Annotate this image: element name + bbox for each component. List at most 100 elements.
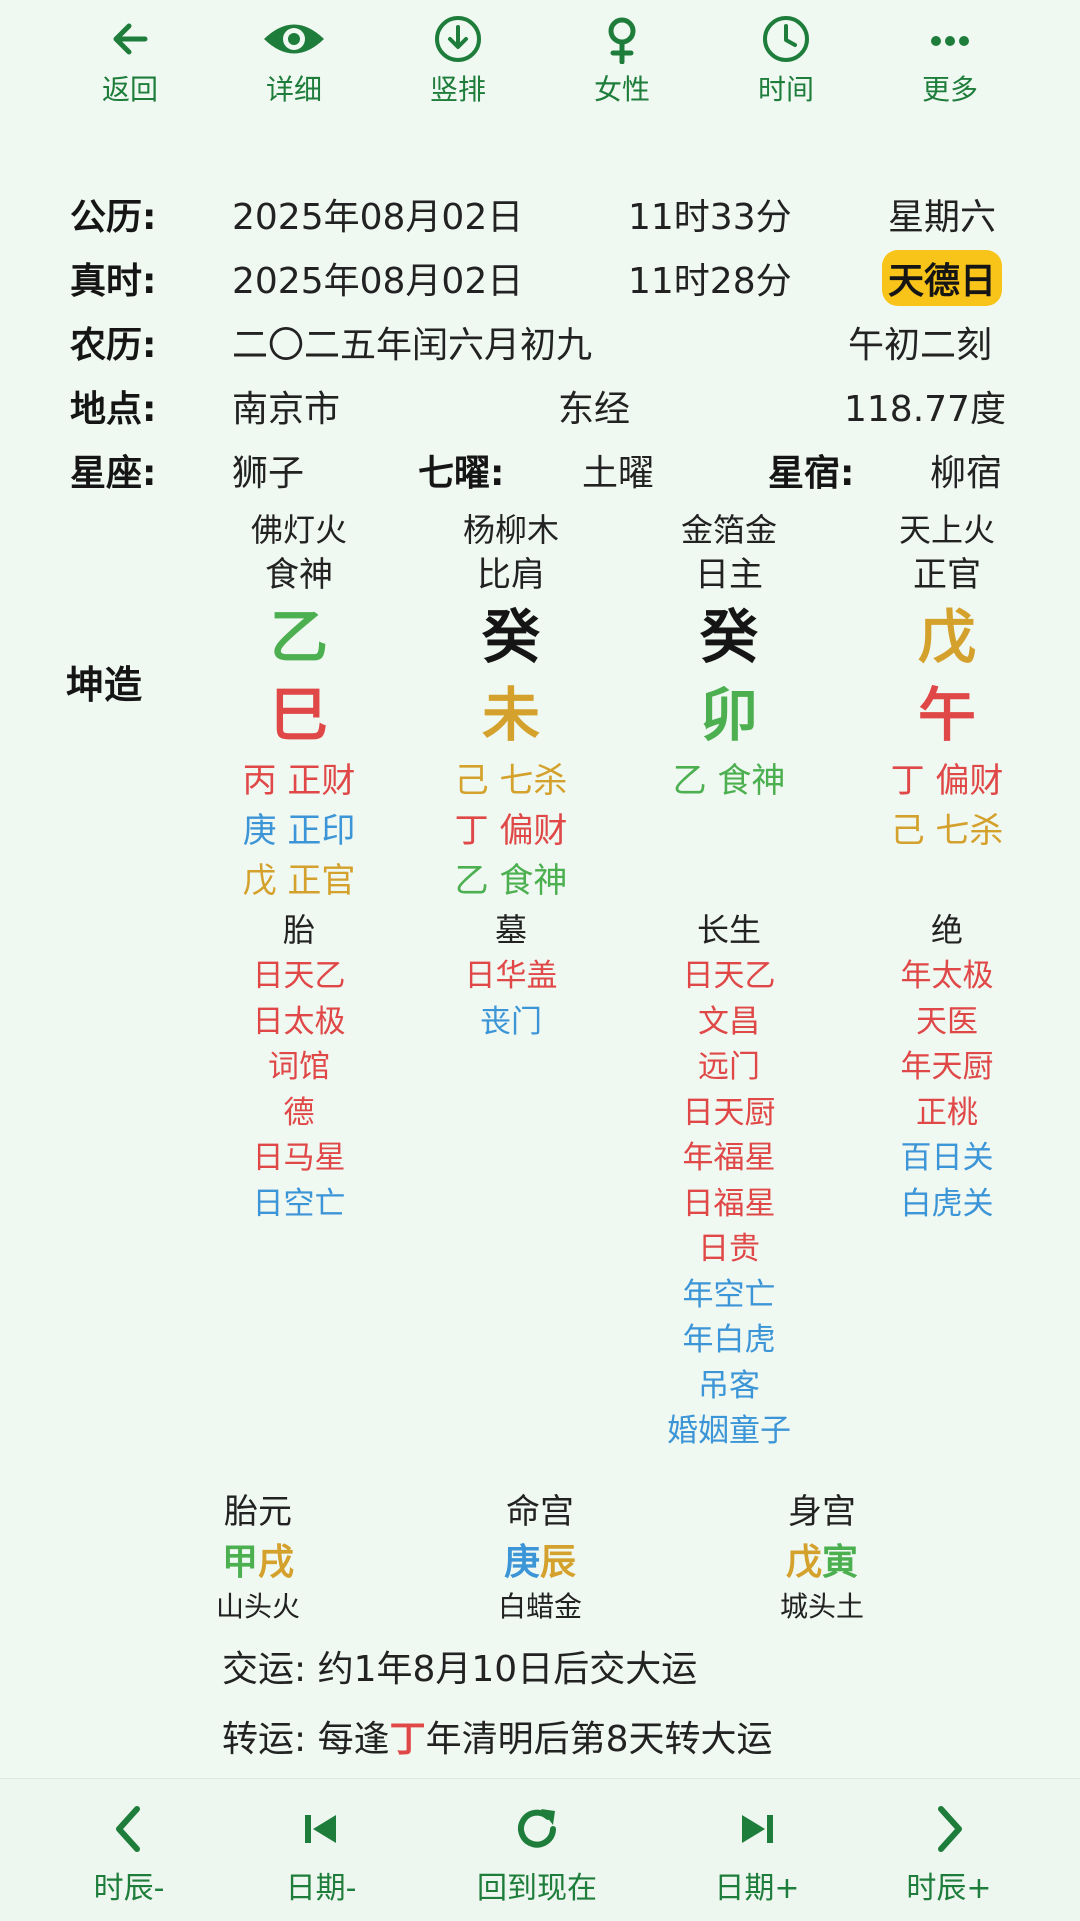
shensha-item: 年空亡 <box>682 1276 776 1313</box>
extra-title: 命宫 <box>506 1492 574 1532</box>
detail-button[interactable]: 详细 <box>234 14 354 108</box>
shensha-item: 日天乙 <box>682 958 776 994</box>
growth-state: 长生 <box>696 911 761 949</box>
minggong: 命宫 庚辰 白蜡金 <box>440 1484 640 1625</box>
earthly-branch: 未 <box>481 681 540 749</box>
date-prev-button[interactable]: 日期- <box>246 1803 396 1907</box>
earthly-branch: 巳 <box>269 681 328 749</box>
hidden-stems: 己 七杀丁 偏财乙 食神 <box>406 756 616 906</box>
female-label: 女性 <box>593 73 650 106</box>
hidden-stem: 丙 <box>242 761 277 801</box>
earthly-branch: 午 <box>917 681 976 749</box>
female-button[interactable]: 女性 <box>562 14 682 108</box>
extra-nayin: 城头土 <box>779 1590 864 1623</box>
nayin-text: 天上火 <box>898 511 995 549</box>
true-time-label: 真时: <box>70 261 157 302</box>
hidden-stem: 丁 <box>454 811 489 851</box>
extra-title: 身宫 <box>788 1492 856 1532</box>
growth-state: 胎 <box>282 911 315 949</box>
hidden-stem-god: 正印 <box>287 811 356 851</box>
hidden-stem-row: 己 七杀 <box>842 806 1052 856</box>
shensha-item: 吊客 <box>698 1367 760 1404</box>
xiu-label: 星宿: <box>768 453 855 494</box>
back-button[interactable]: 返回 <box>70 14 190 108</box>
place-label: 地点: <box>70 389 157 430</box>
extra-gan: 戊 <box>785 1542 822 1583</box>
refresh-icon <box>518 1809 556 1848</box>
chevron-left-icon <box>116 1806 140 1852</box>
extra-ganzhi: 戊寅 <box>722 1533 922 1585</box>
detail-label: 详细 <box>265 73 322 106</box>
solar-weekday: 星期六 <box>888 197 997 238</box>
shensha-item: 白虎关 <box>900 1185 994 1222</box>
zhuanyun-label: 转运: <box>222 1719 307 1760</box>
growth-state: 墓 <box>494 911 527 949</box>
hidden-stem-row: 庚 正印 <box>194 806 404 856</box>
female-symbol-icon <box>608 17 636 64</box>
pillar-month: 杨柳木 比肩癸未己 七杀丁 偏财乙 食神墓日华盖 丧门 <box>406 508 616 1045</box>
shensha-item: 天医 <box>916 1003 978 1040</box>
shensha-item: 文昌 <box>698 1003 760 1040</box>
shensha-item: 年白虎 <box>682 1322 776 1358</box>
nayin-text: 金箔金 <box>680 511 777 549</box>
vertical-layout-label: 竖排 <box>429 73 486 106</box>
time-button[interactable]: 时间 <box>726 14 846 108</box>
extra-ganzhi: 庚辰 <box>440 1533 640 1585</box>
hour-next-label: 时辰+ <box>906 1871 992 1906</box>
extra-nayin: 山头火 <box>215 1590 300 1623</box>
back-to-now-button[interactable]: 回到现在 <box>462 1803 612 1907</box>
qiyao-value: 土曜 <box>582 453 655 494</box>
hidden-stem-god: 正官 <box>287 861 356 901</box>
lunar-ke: 午初二刻 <box>848 325 993 366</box>
shensha-item: 日福星 <box>682 1185 776 1222</box>
pillar-year: 佛灯火 食神乙巳丙 正财庚 正印戊 正官胎日天乙 日太极 词馆德日马星 日空亡 <box>194 508 404 1227</box>
true-time-time: 11时28分 <box>628 261 792 302</box>
hidden-stem-row: 丙 正财 <box>194 756 404 806</box>
hidden-stem: 丁 <box>890 761 925 801</box>
nayin-text: 佛灯火 <box>250 511 347 549</box>
lunar-label: 农历: <box>70 325 157 366</box>
jiaoyun-text: 约1年8月10日后交大运 <box>317 1649 698 1690</box>
hidden-stem-row: 戊 正官 <box>194 856 404 906</box>
hour-next-button[interactable]: 时辰+ <box>874 1803 1024 1907</box>
shishen-text: 食神 <box>265 555 333 595</box>
hidden-stem: 乙 <box>454 861 489 901</box>
hidden-stem-god: 食神 <box>499 861 568 901</box>
shensha-item: 日空亡 <box>252 1185 346 1222</box>
hidden-stems: 乙 食神 <box>624 756 834 906</box>
heavenly-stem: 癸 <box>481 603 540 671</box>
shensha-item: 年福星 <box>682 1140 776 1176</box>
extra-nayin: 白蜡金 <box>497 1590 582 1623</box>
jiaoyun-label: 交运: <box>222 1649 307 1690</box>
shengong: 身宫 戊寅 城头土 <box>722 1484 922 1625</box>
lunar-date: 二〇二五年闰六月初九 <box>232 325 593 366</box>
date-next-label: 日期+ <box>714 1871 800 1906</box>
chevron-right-icon <box>938 1806 962 1852</box>
zhuanyun-post: 年清明后第8天转大运 <box>425 1719 773 1760</box>
shensha-item: 婚姻童子 <box>667 1413 791 1449</box>
pillar-hour: 天上火 正官戊午丁 偏财己 七杀绝年太极 天医 年天厨 正桃 百日关 白虎关 <box>842 508 1052 1227</box>
vertical-layout-button[interactable]: 竖排 <box>398 14 518 108</box>
taiyuan: 胎元 甲戌 山头火 <box>158 1484 358 1625</box>
hour-prev-button[interactable]: 时辰- <box>54 1803 204 1907</box>
hidden-stem-god: 食神 <box>717 761 786 801</box>
jiaoyun-line: 交运: 约1年8月10日后交大运 <box>222 1640 697 1692</box>
longitude-value: 118.77度 <box>844 389 1006 430</box>
extra-zhi: 寅 <box>822 1542 859 1583</box>
zhuanyun-pre: 每逢 <box>317 1719 390 1760</box>
bottom-bar: 时辰- 日期- 回到现在 日期+ 时辰+ <box>0 1778 1080 1921</box>
top-toolbar: 返回 详细 竖排 女性 时间 更多 <box>0 0 1080 130</box>
kunzao-label: 坤造 <box>66 663 143 707</box>
earthly-branch: 卯 <box>699 681 758 749</box>
date-next-button[interactable]: 日期+ <box>682 1803 832 1907</box>
nayin-text: 杨柳木 <box>462 511 559 549</box>
hidden-stem-god: 七杀 <box>499 761 568 801</box>
hidden-stems: 丙 正财庚 正印戊 正官 <box>194 756 404 906</box>
hidden-stem: 己 <box>454 761 489 801</box>
hidden-stems: 丁 偏财己 七杀 <box>842 756 1052 906</box>
hidden-stem-god: 偏财 <box>499 811 568 851</box>
extra-zhi: 戌 <box>258 1542 295 1583</box>
more-button[interactable]: 更多 <box>890 14 1010 108</box>
place-city: 南京市 <box>232 389 341 430</box>
solar-time: 11时33分 <box>628 197 792 238</box>
